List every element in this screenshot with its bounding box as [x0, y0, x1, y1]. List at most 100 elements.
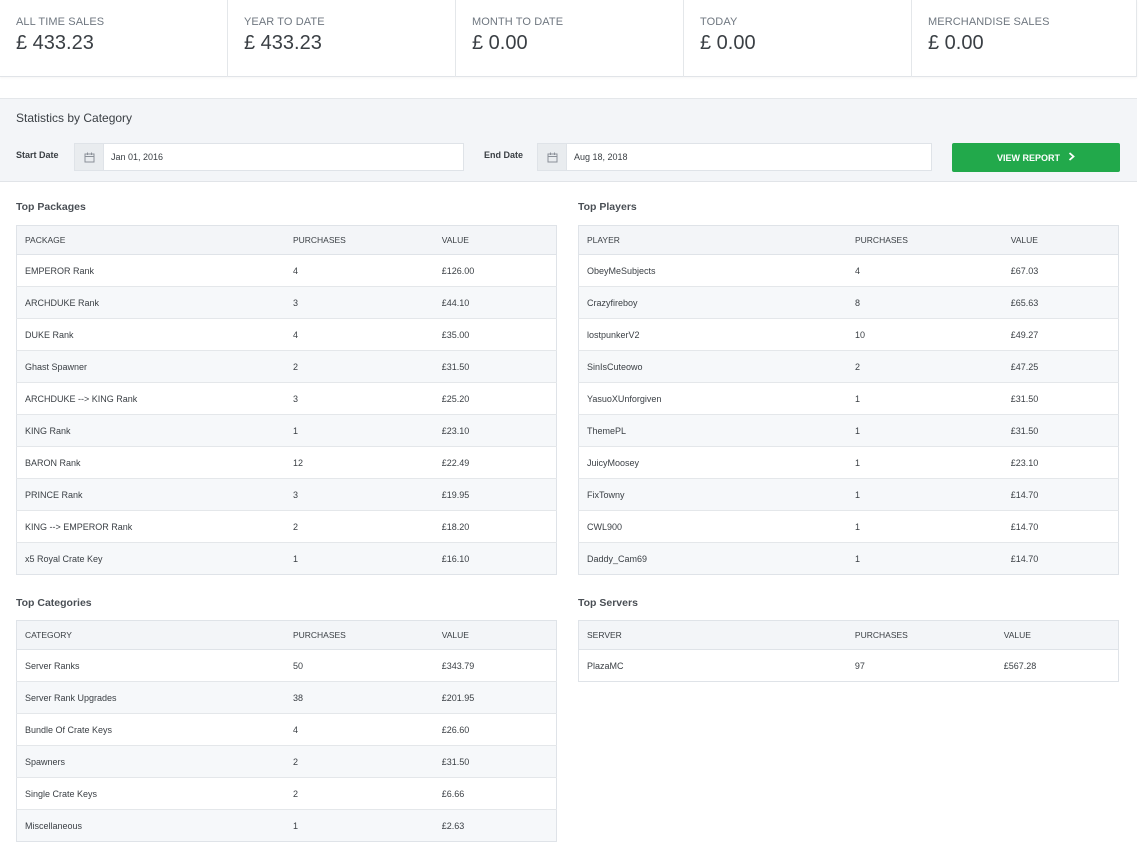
column-header: VALUE	[433, 225, 557, 255]
table-cell: 2	[284, 777, 434, 810]
top-categories-table: CATEGORY PURCHASES VALUE Server Ranks 50 £343…	[16, 620, 557, 842]
end-date-input[interactable]	[567, 144, 931, 170]
table-cell: £22.49	[433, 446, 557, 479]
column-header: VALUE	[433, 620, 557, 650]
table-cell: £14.70	[1002, 542, 1119, 575]
table-row: EMPEROR Rank 4 £126.00	[16, 254, 557, 287]
table-cell: £67.03	[1002, 254, 1119, 287]
table-cell: £126.00	[433, 254, 557, 287]
table-row: Server Rank Upgrades 38 £201.95	[16, 681, 557, 714]
table-cell: £16.10	[433, 542, 557, 575]
table-cell: EMPEROR Rank	[16, 254, 285, 287]
end-date-label: End Date	[484, 150, 524, 160]
table-cell: Bundle Of Crate Keys	[16, 713, 285, 746]
table-cell: 3	[284, 478, 434, 511]
table-cell: £49.27	[1002, 318, 1119, 351]
table-header-row: PACKAGE PURCHASES VALUE	[16, 225, 557, 255]
table-cell: 2	[284, 745, 434, 778]
table-row: Ghast Spawner 2 £31.50	[16, 350, 557, 383]
column-header: PURCHASES	[846, 225, 1003, 255]
start-date-field[interactable]	[74, 143, 464, 171]
end-date-field[interactable]	[537, 143, 932, 171]
table-row: KING --> EMPEROR Rank 2 £18.20	[16, 510, 557, 543]
table-cell: £35.00	[433, 318, 557, 351]
stat-month-to-date: MONTH TO DATE £ 0.00	[456, 0, 684, 77]
table-cell: lostpunkerV2	[578, 318, 847, 351]
table-row: ObeyMeSubjects 4 £67.03	[578, 254, 1119, 287]
start-date-label: Start Date	[16, 150, 59, 160]
stat-value: £ 433.23	[16, 32, 94, 54]
table-cell: Server Ranks	[16, 649, 285, 682]
table-cell: 1	[846, 446, 1003, 479]
stat-value: £ 0.00	[700, 32, 756, 54]
top-servers-title: Top Servers	[578, 597, 638, 609]
table-cell: £44.10	[433, 286, 557, 319]
table-cell: £47.25	[1002, 350, 1119, 383]
table-cell: 4	[846, 254, 1003, 287]
stat-value: £ 0.00	[472, 32, 528, 54]
table-row: Daddy_Cam69 1 £14.70	[578, 542, 1119, 575]
column-header: CATEGORY	[16, 620, 285, 650]
start-date-input[interactable]	[104, 144, 463, 170]
chevron-right-icon	[1068, 152, 1075, 163]
stat-today: TODAY £ 0.00	[684, 0, 912, 77]
table-cell: £567.28	[995, 649, 1119, 682]
stat-merchandise-sales: MERCHANDISE SALES £ 0.00	[912, 0, 1137, 77]
top-packages-table: PACKAGE PURCHASES VALUE EMPEROR Rank 4 £126.0…	[16, 225, 557, 575]
table-row: Crazyfireboy 8 £65.63	[578, 286, 1119, 319]
calendar-icon[interactable]	[75, 144, 104, 170]
table-cell: 1	[846, 414, 1003, 447]
stat-label: MERCHANDISE SALES	[928, 16, 1050, 28]
table-header-row: PLAYER PURCHASES VALUE	[578, 225, 1119, 255]
table-row: Single Crate Keys 2 £6.66	[16, 777, 557, 810]
table-cell: 2	[846, 350, 1003, 383]
table-cell: 1	[846, 542, 1003, 575]
stats-bar: ALL TIME SALES £ 433.23 YEAR TO DATE £ 4…	[0, 0, 1137, 77]
stat-value: £ 0.00	[928, 32, 984, 54]
table-cell: 4	[284, 318, 434, 351]
table-cell: 4	[284, 254, 434, 287]
column-header: SERVER	[578, 620, 847, 650]
table-cell: £31.50	[433, 350, 557, 383]
section-title: Statistics by Category	[16, 111, 133, 125]
table-cell: BARON Rank	[16, 446, 285, 479]
table-cell: £23.10	[1002, 446, 1119, 479]
column-header: VALUE	[1002, 225, 1119, 255]
table-cell: DUKE Rank	[16, 318, 285, 351]
table-cell: £31.50	[1002, 414, 1119, 447]
table-cell: 3	[284, 382, 434, 415]
table-cell: £2.63	[433, 809, 557, 842]
table-cell: £18.20	[433, 510, 557, 543]
table-row: CWL900 1 £14.70	[578, 510, 1119, 543]
table-cell: £23.10	[433, 414, 557, 447]
table-row: KING Rank 1 £23.10	[16, 414, 557, 447]
view-report-button[interactable]: VIEW REPORT	[952, 143, 1120, 172]
column-header: PACKAGE	[16, 225, 285, 255]
table-row: PRINCE Rank 3 £19.95	[16, 478, 557, 511]
table-cell: £14.70	[1002, 478, 1119, 511]
calendar-icon[interactable]	[538, 144, 567, 170]
table-cell: 2	[284, 510, 434, 543]
stat-label: YEAR TO DATE	[244, 16, 325, 28]
table-cell: Single Crate Keys	[16, 777, 285, 810]
table-header-row: CATEGORY PURCHASES VALUE	[16, 620, 557, 650]
table-cell: 1	[284, 809, 434, 842]
table-cell: 1	[284, 542, 434, 575]
table-cell: FixTowny	[578, 478, 847, 511]
table-row: lostpunkerV2 10 £49.27	[578, 318, 1119, 351]
view-report-label: VIEW REPORT	[996, 152, 1060, 163]
table-cell: ARCHDUKE --> KING Rank	[16, 382, 285, 415]
table-cell: Spawners	[16, 745, 285, 778]
table-cell: £6.66	[433, 777, 557, 810]
table-cell: £14.70	[1002, 510, 1119, 543]
table-row: DUKE Rank 4 £35.00	[16, 318, 557, 351]
table-cell: £201.95	[433, 681, 557, 714]
top-servers-table: SERVER PURCHASES VALUE PlazaMC 97 £567.28	[578, 620, 1119, 682]
stat-all-time-sales: ALL TIME SALES £ 433.23	[0, 0, 228, 77]
column-header: PURCHASES	[284, 620, 434, 650]
table-cell: KING Rank	[16, 414, 285, 447]
table-cell: ObeyMeSubjects	[578, 254, 847, 287]
table-cell: CWL900	[578, 510, 847, 543]
table-cell: x5 Royal Crate Key	[16, 542, 285, 575]
table-cell: ThemePL	[578, 414, 847, 447]
